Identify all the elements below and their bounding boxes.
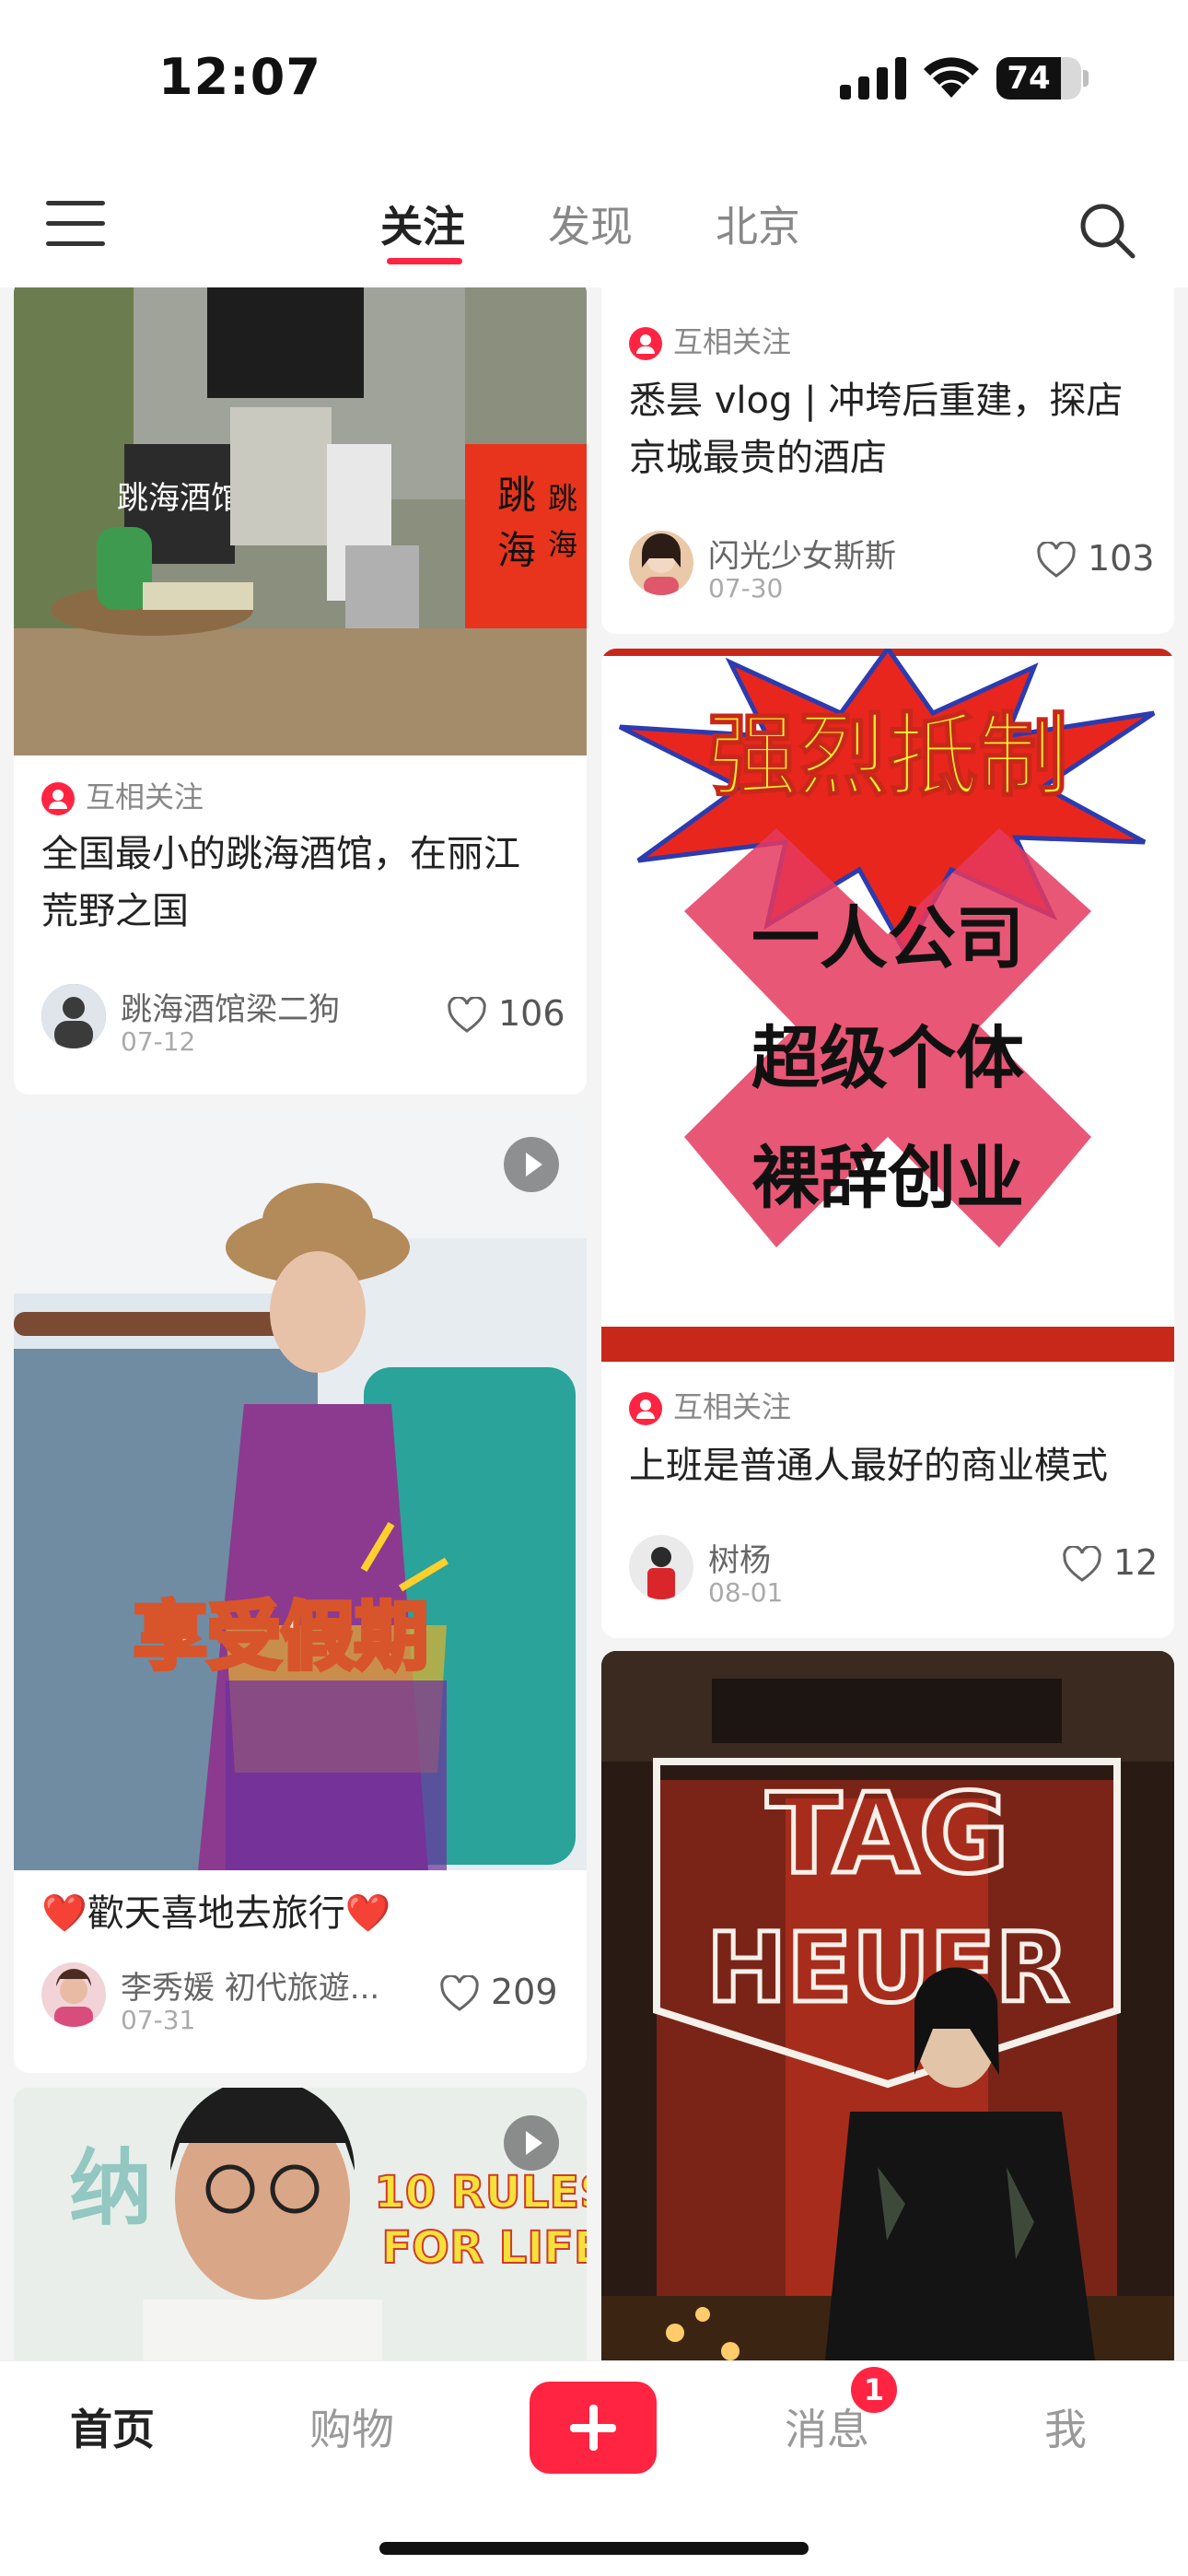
post-date: 07-30 (708, 573, 784, 603)
user-icon (629, 327, 662, 360)
like-count: 106 (498, 993, 565, 1034)
video-play-icon[interactable] (504, 1137, 559, 1192)
image-text-overlay: 享受假期 (134, 1594, 428, 1680)
image-text-line: FOR LIFE (381, 2222, 587, 2274)
post-title: 悉昙 vlog | 冲垮后重建，探店 京城最贵的酒店 (629, 380, 1124, 479)
post-image[interactable]: 纳 10 RULES FOR LIFE (14, 2088, 587, 2360)
tab-beijing[interactable]: 北京 (716, 193, 800, 254)
post-image[interactable]: 享受假期 (14, 1109, 587, 1870)
post-date: 07-12 (121, 1026, 196, 1057)
avatar[interactable] (629, 531, 693, 595)
heart-icon (448, 997, 486, 1033)
like-button[interactable]: 103 (1036, 538, 1165, 584)
image-text-logo: HEUER (706, 1912, 1069, 2024)
notification-badge: 1 (851, 2367, 897, 2413)
home-indicator (379, 2542, 809, 2555)
like-count: 12 (1113, 1542, 1159, 1583)
like-button[interactable]: 209 (439, 1972, 577, 2018)
author[interactable]: 跳海酒馆梁二狗 07-12 (41, 984, 428, 1058)
like-count: 103 (1088, 538, 1155, 579)
bottom-tab-bar: 首页 购物 消息 1 我 (0, 2360, 1188, 2576)
status-time: 12:07 (158, 48, 321, 106)
post-image[interactable]: TAG HEUER (601, 1651, 1174, 2360)
cellular-signal-icon (840, 57, 906, 100)
mutual-follow-label: 互相关注 (41, 774, 204, 815)
post-card[interactable]: 强烈抵制 一人公司 超级个体 裸辞创业 互相关注 上班是普通人最好的商业模式 树… (601, 649, 1174, 1638)
tab-following[interactable]: 关注 (380, 193, 465, 254)
heart-icon (440, 1975, 479, 2011)
user-icon (629, 1392, 662, 1425)
post-image[interactable]: 跳海酒馆 跳 海 跳 海 (14, 287, 587, 755)
post-title: 全国最小的跳海酒馆，在丽江 荒野之国 (41, 833, 520, 932)
search-icon[interactable] (1077, 201, 1136, 260)
post-title: ❤️歡天喜地去旅行❤️ (41, 1892, 391, 1935)
tab-home[interactable]: 首页 (70, 2396, 155, 2457)
app-screen: 12:07 74 关注 发现 北京 跳海酒馆 跳 海 跳 海 互相关注 全国最小… (0, 0, 1188, 2576)
heart-icon (1063, 1546, 1101, 1582)
mutual-follow-label: 互相关注 (629, 319, 791, 360)
battery-percent: 74 (1007, 60, 1051, 97)
image-text-line: 一人公司 (751, 899, 1024, 978)
post-card[interactable]: TAG HEUER (601, 1651, 1174, 2360)
author-name: 李秀媛 初代旅遊... (121, 1970, 380, 2007)
wifi-icon (924, 57, 979, 98)
post-image[interactable]: 强烈抵制 一人公司 超级个体 裸辞创业 (601, 649, 1174, 1362)
like-count: 209 (491, 1972, 558, 2012)
author[interactable]: 闪光少女斯斯 07-30 (629, 531, 1016, 604)
like-button[interactable]: 12 (1062, 1542, 1163, 1588)
like-button[interactable]: 106 (447, 993, 576, 1039)
image-text-sign: 跳 (548, 481, 577, 516)
image-text-line: 10 RULES (374, 2167, 587, 2219)
heart-icon (1037, 542, 1076, 578)
image-text-line: 超级个体 (751, 1019, 1024, 1098)
top-nav: 关注 发现 北京 (0, 166, 1188, 287)
author[interactable]: 李秀媛 初代旅遊... 07-31 (41, 1962, 428, 2036)
user-icon (41, 782, 75, 815)
avatar[interactable] (41, 984, 106, 1048)
image-text-sign: 跳 (497, 473, 536, 518)
post-title: 上班是普通人最好的商业模式 (629, 1445, 1108, 1487)
add-post-button[interactable] (530, 2382, 657, 2474)
battery-tip (1083, 70, 1089, 87)
image-text-sign: 海 (497, 528, 536, 573)
video-play-icon[interactable] (504, 2115, 559, 2171)
avatar[interactable] (41, 1962, 106, 2027)
author-name: 闪光少女斯斯 (708, 538, 896, 575)
feed[interactable]: 跳海酒馆 跳 海 跳 海 互相关注 全国最小的跳海酒馆，在丽江 荒野之国 跳海酒… (0, 287, 1188, 2360)
avatar[interactable] (629, 1535, 693, 1599)
image-text-board: 跳海酒馆 (117, 480, 242, 517)
author-name: 树杨 (708, 1542, 771, 1579)
image-text-line: 裸辞创业 (751, 1139, 1024, 1218)
post-card[interactable]: 互相关注 悉昙 vlog | 冲垮后重建，探店 京城最贵的酒店 闪光少女斯斯 0… (601, 287, 1174, 634)
author[interactable]: 树杨 08-01 (629, 1535, 1016, 1609)
post-card[interactable]: 纳 10 RULES FOR LIFE (14, 2088, 587, 2360)
image-text-headline: 强烈抵制 (707, 704, 1068, 809)
post-card[interactable]: 享受假期 ❤️歡天喜地去旅行❤️ 李秀媛 初代旅遊... 07-31 209 (14, 1109, 587, 2073)
tab-discover[interactable]: 发现 (548, 193, 633, 254)
active-tab-indicator (387, 258, 462, 264)
mutual-follow-label: 互相关注 (629, 1384, 791, 1425)
image-text-logo: TAG (766, 1771, 1009, 1899)
top-tabs: 关注 发现 北京 (0, 193, 1188, 267)
post-date: 07-31 (121, 2005, 196, 2035)
tab-me[interactable]: 我 (1044, 2396, 1087, 2457)
battery-icon: 74 (996, 57, 1081, 100)
plus-icon (589, 2405, 598, 2451)
post-date: 08-01 (708, 1577, 784, 1608)
author-name: 跳海酒馆梁二狗 (121, 991, 340, 1028)
image-text-sign: 海 (548, 527, 577, 562)
post-card[interactable]: 跳海酒馆 跳 海 跳 海 互相关注 全国最小的跳海酒馆，在丽江 荒野之国 跳海酒… (14, 287, 587, 1095)
svg-text:纳: 纳 (69, 2140, 152, 2237)
tab-shopping[interactable]: 购物 (309, 2396, 394, 2457)
status-bar: 12:07 74 (0, 0, 1188, 166)
